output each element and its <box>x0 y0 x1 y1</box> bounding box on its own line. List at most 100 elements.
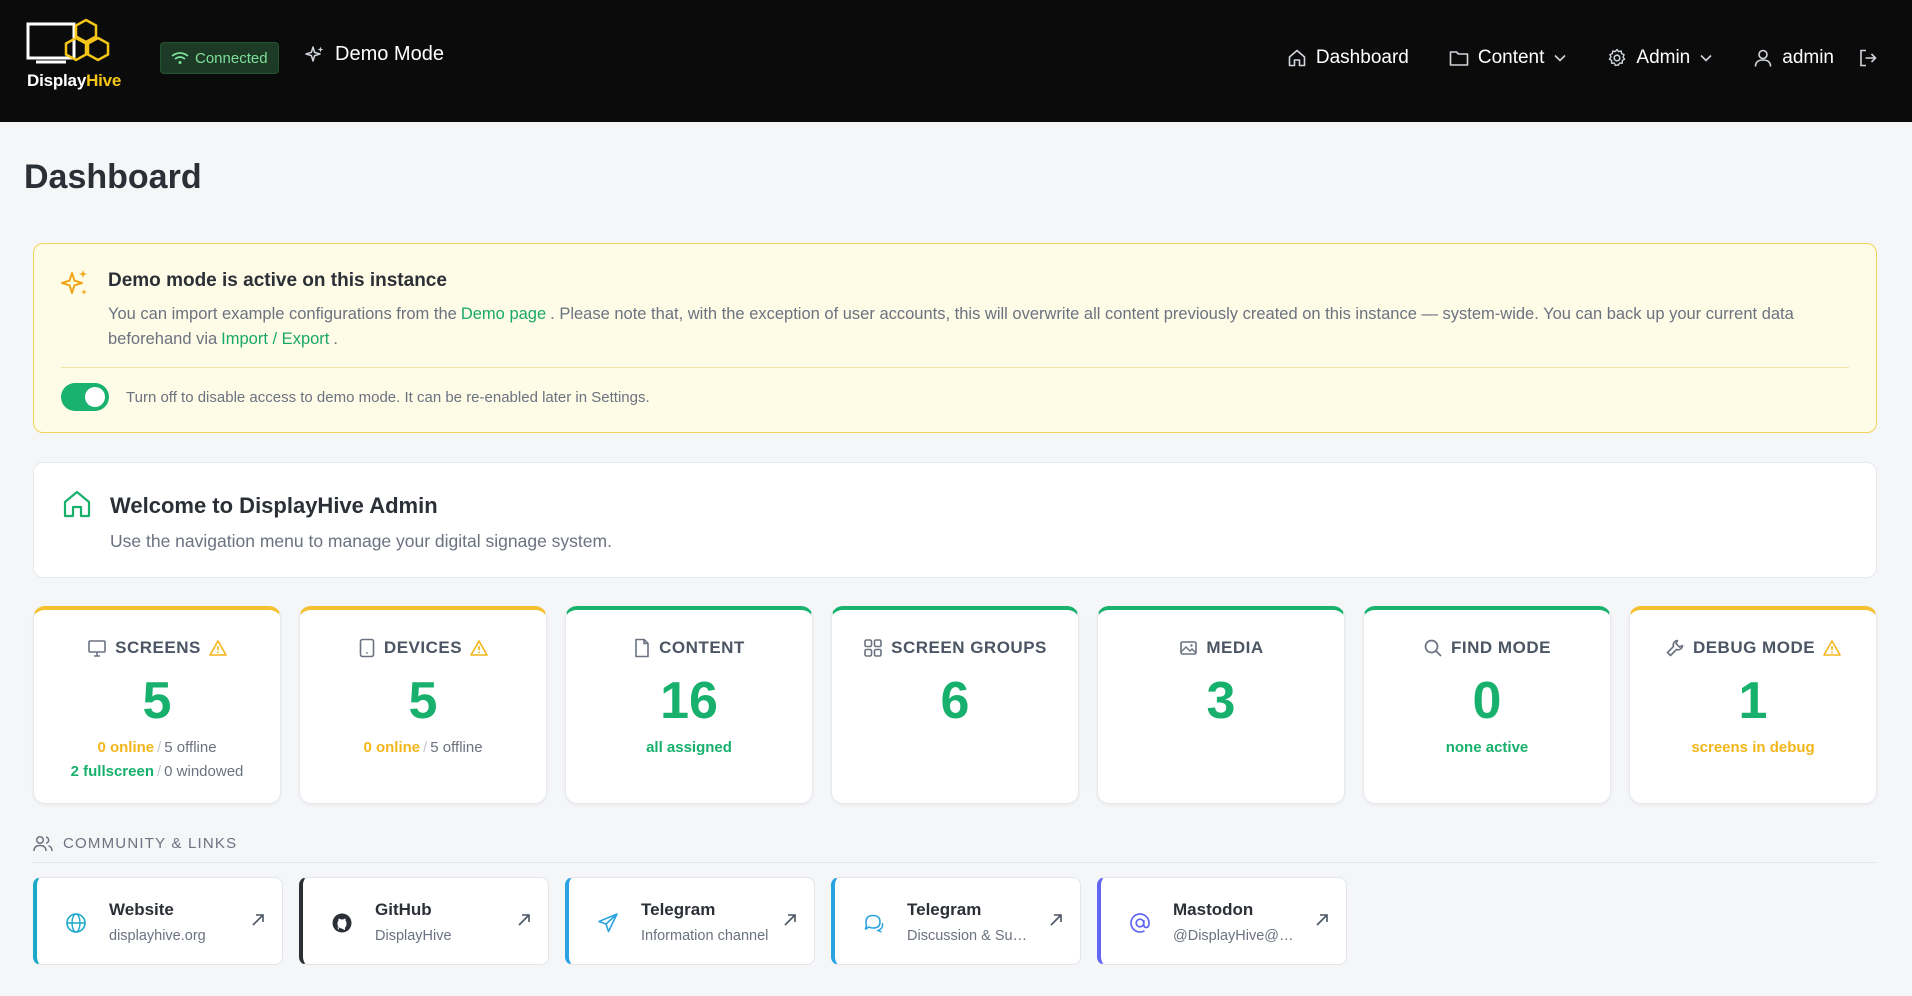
link-title: GitHub <box>375 900 432 919</box>
nav-admin[interactable]: Admin <box>1607 47 1713 69</box>
external-link-arrow-icon <box>518 914 530 926</box>
stat-value: 5 <box>408 672 438 730</box>
stat-card-content[interactable]: CONTENT 16 all assigned <box>565 606 813 804</box>
stat-label: SCREEN GROUPS <box>891 638 1047 657</box>
warning-icon <box>209 640 227 656</box>
chevron-down-icon <box>1554 54 1566 62</box>
demo-notice-title: Demo mode is active on this instance <box>108 270 447 291</box>
monitor-icon <box>88 640 106 657</box>
link-title: Telegram <box>641 900 716 919</box>
stat-value: 5 <box>142 672 172 730</box>
stat-details: 0 online/5 offline <box>363 739 483 756</box>
stat-label: FIND MODE <box>1451 638 1551 657</box>
demo-mode-label: Demo Mode <box>335 43 444 65</box>
community-links: Website displayhive.org GitHub DisplayHi… <box>33 877 1347 965</box>
page-title: Dashboard <box>24 158 202 196</box>
stat-value: 1 <box>1738 672 1768 730</box>
search-icon <box>1424 639 1442 657</box>
stat-value: 16 <box>660 672 718 730</box>
welcome-title: Welcome to DisplayHive Admin <box>110 493 438 518</box>
stat-card-devices[interactable]: DEVICES 5 0 online/5 offline <box>299 606 547 804</box>
nav-content-label: Content <box>1477 47 1545 68</box>
nav-content[interactable]: Content <box>1449 47 1568 69</box>
divider <box>61 367 1849 368</box>
nav-dashboard-label: Dashboard <box>1315 47 1409 68</box>
external-link-arrow-icon <box>1316 914 1328 926</box>
stat-card-debug-mode[interactable]: DEBUG MODE 1 screens in debug <box>1629 606 1877 804</box>
stat-label: SCREENS <box>115 638 201 657</box>
warning-icon <box>470 640 488 656</box>
link-card-mastodon[interactable]: Mastodon @DisplayHive@mastodon <box>1097 877 1347 965</box>
main-nav: Dashboard Content Admin admin <box>1247 0 1878 116</box>
demo-mode-toggle-label: Turn off to disable access to demo mode.… <box>126 389 650 406</box>
link-card-website[interactable]: Website displayhive.org <box>33 877 283 965</box>
home-icon <box>63 490 91 518</box>
grid-icon <box>864 639 882 657</box>
link-subtitle: displayhive.org <box>109 928 206 944</box>
stat-label: MEDIA <box>1206 638 1264 657</box>
stats-row: SCREENS 5 0 online/5 offline 2 fullscree… <box>33 606 1877 804</box>
globe-icon <box>66 913 86 933</box>
link-subtitle: DisplayHive <box>375 928 452 944</box>
stat-label: DEBUG MODE <box>1692 638 1816 657</box>
top-navbar: DisplayHive Connected Demo Mode Dashboar… <box>0 0 1912 122</box>
home-icon <box>1288 49 1306 67</box>
import-export-link[interactable]: Import / Export <box>217 330 333 348</box>
link-card-telegram-discussion[interactable]: Telegram Discussion & Support <box>831 877 1081 965</box>
debug-mode-note: screens in debug <box>1691 739 1815 756</box>
nav-admin-label: Admin <box>1636 47 1691 68</box>
chat-icon <box>864 914 884 933</box>
stat-card-screen-groups[interactable]: SCREEN GROUPS 6 <box>831 606 1079 804</box>
nav-user[interactable]: admin <box>1753 47 1834 69</box>
stat-header: FIND MODE <box>1364 638 1610 658</box>
stat-header: MEDIA <box>1098 638 1344 658</box>
community-heading-label: COMMUNITY & LINKS <box>63 835 238 852</box>
link-card-github[interactable]: GitHub DisplayHive <box>299 877 549 965</box>
stat-header: DEVICES <box>300 638 546 658</box>
user-icon <box>1754 49 1772 67</box>
chevron-down-icon <box>1700 54 1712 62</box>
demo-text-part-3: . <box>333 330 338 348</box>
logo-wordmark[interactable]: DisplayHive <box>27 71 121 91</box>
stat-details: screens in debug <box>1630 736 1876 760</box>
stat-value: 3 <box>1206 672 1236 730</box>
tablet-icon <box>359 638 375 658</box>
stat-label: CONTENT <box>659 638 745 657</box>
demo-page-link[interactable]: Demo page <box>457 305 550 323</box>
demo-mode-toggle[interactable] <box>61 383 109 411</box>
external-link-arrow-icon <box>784 914 796 926</box>
file-icon <box>635 638 649 658</box>
link-title: Website <box>109 900 174 919</box>
stat-card-screens[interactable]: SCREENS 5 0 online/5 offline 2 fullscree… <box>33 606 281 804</box>
screens-online: 0 online <box>97 739 155 756</box>
stat-card-find-mode[interactable]: FIND MODE 0 none active <box>1363 606 1611 804</box>
wifi-icon <box>171 52 189 64</box>
link-title: Telegram <box>907 900 982 919</box>
stat-header: SCREEN GROUPS <box>832 638 1078 658</box>
community-heading: COMMUNITY & LINKS <box>33 835 1877 863</box>
find-mode-note: none active <box>1445 739 1529 756</box>
stat-details: all assigned <box>566 736 812 760</box>
stat-header: CONTENT <box>566 638 812 658</box>
link-card-telegram-channel[interactable]: Telegram Information channel <box>565 877 815 965</box>
screens-offline: 5 offline <box>164 739 217 756</box>
at-icon <box>1130 913 1150 933</box>
sparkles-icon <box>61 270 87 295</box>
github-icon <box>332 913 352 933</box>
wrench-icon <box>1666 639 1684 657</box>
link-subtitle: Discussion & Support <box>907 928 1035 944</box>
content-note: all assigned <box>646 739 732 756</box>
screens-windowed: 0 windowed <box>164 763 244 780</box>
welcome-card: Welcome to DisplayHive Admin Use the nav… <box>33 462 1877 578</box>
logout-button[interactable] <box>1858 48 1878 68</box>
devices-offline: 5 offline <box>430 739 483 756</box>
stat-details: 0 online/5 offline 2 fullscreen/0 window… <box>70 739 244 780</box>
gear-icon <box>1609 48 1626 67</box>
stat-card-media[interactable]: MEDIA 3 <box>1097 606 1345 804</box>
send-icon <box>598 913 618 933</box>
connection-status-badge: Connected <box>160 42 279 74</box>
external-link-arrow-icon <box>252 914 264 926</box>
demo-mode-link[interactable]: Demo Mode <box>305 43 444 66</box>
stat-value: 0 <box>1472 672 1502 730</box>
nav-dashboard[interactable]: Dashboard <box>1287 47 1409 69</box>
